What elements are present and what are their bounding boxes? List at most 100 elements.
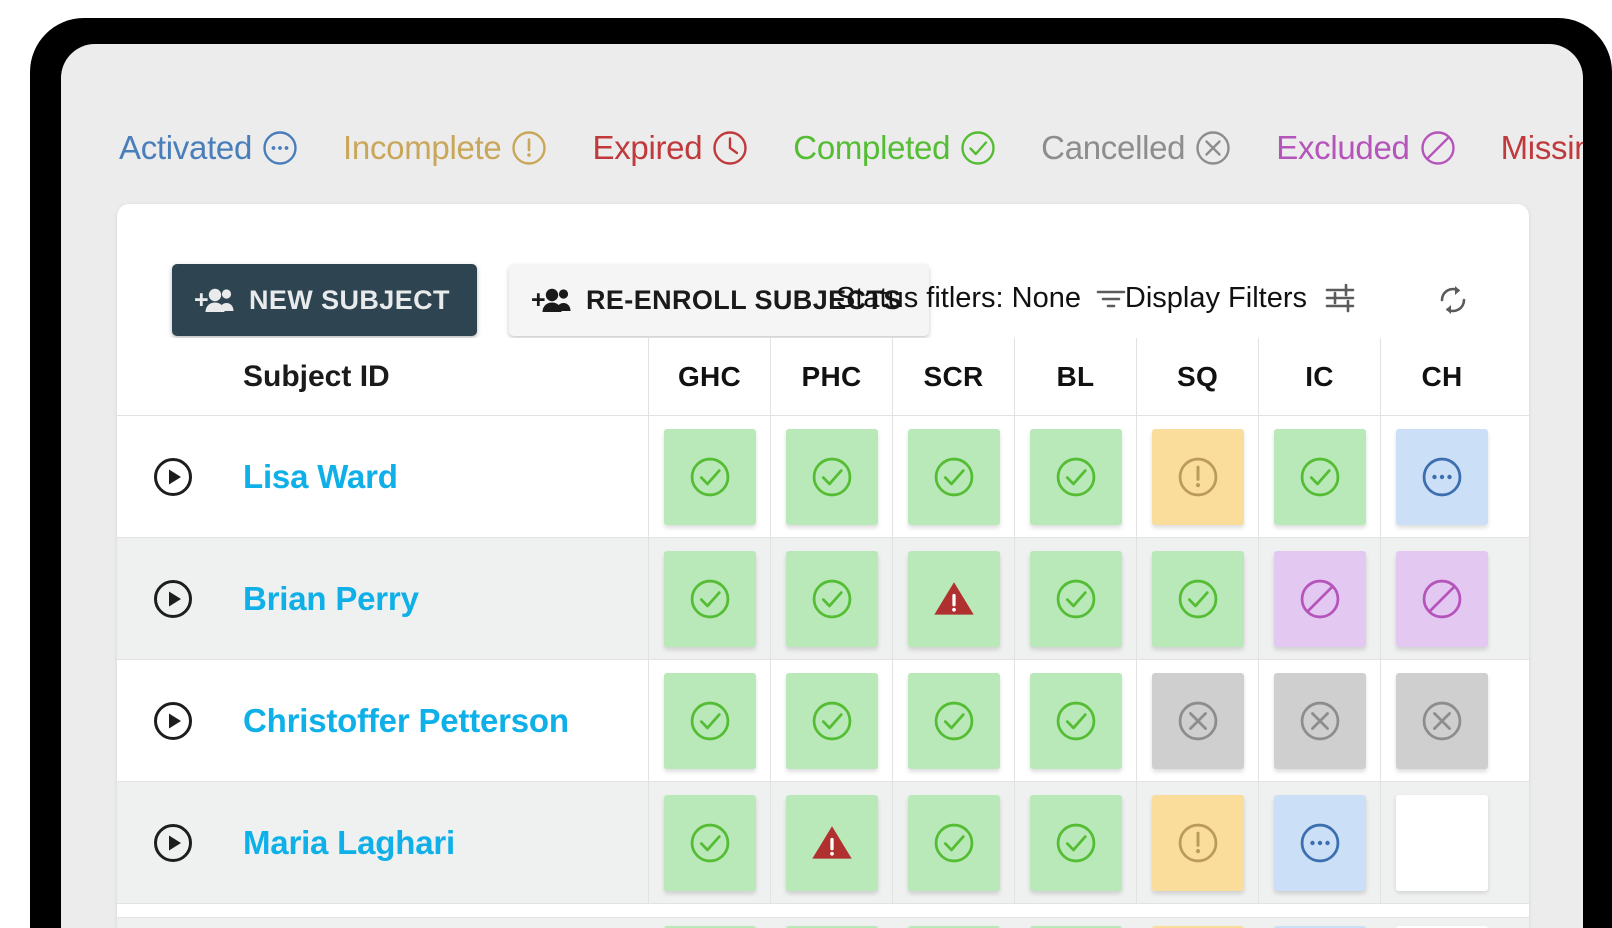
status-cell-ghc[interactable] (649, 660, 771, 781)
status-cell-bl[interactable] (1015, 782, 1137, 903)
status-cell-bl[interactable] (1015, 538, 1137, 659)
table-row[interactable]: Maria Laghari (117, 782, 1529, 904)
status-chip-completed[interactable] (1029, 794, 1122, 891)
column-header-phc[interactable]: PHC (771, 338, 893, 415)
status-cell-scr[interactable] (893, 782, 1015, 903)
display-filters-label[interactable]: Display Filters (1125, 282, 1307, 315)
status-chip-completed[interactable] (785, 428, 878, 525)
status-chip-incomplete[interactable] (1151, 428, 1244, 525)
legend-item-completed[interactable]: Completed (793, 129, 997, 167)
filter-icon[interactable] (1093, 284, 1129, 319)
status-cell-ghc[interactable] (649, 416, 771, 537)
status-chip-cancelled[interactable] (1273, 672, 1366, 769)
status-chip-activated[interactable] (1273, 794, 1366, 891)
status-chip-completed[interactable] (1029, 428, 1122, 525)
status-chip-completed[interactable] (785, 550, 878, 647)
status-chip-empty[interactable] (1396, 794, 1488, 891)
tune-icon[interactable] (1323, 282, 1359, 319)
add-person-icon: + (531, 285, 571, 315)
status-cell-ic[interactable] (1259, 782, 1381, 903)
expand-row-button[interactable] (117, 782, 229, 903)
column-header-ch[interactable]: CH (1381, 338, 1503, 415)
add-person-icon: + (194, 285, 234, 315)
column-header-sq[interactable]: SQ (1137, 338, 1259, 415)
no-entry-icon (1300, 579, 1339, 618)
status-chip-incomplete[interactable] (1151, 794, 1244, 891)
table-row[interactable]: Lisa Ward (117, 416, 1529, 538)
status-chip-completed[interactable] (785, 672, 878, 769)
check-circle-icon (812, 701, 851, 740)
status-chip-completed[interactable] (1151, 550, 1244, 647)
status-chip-completed[interactable] (907, 672, 1000, 769)
status-chip-excluded[interactable] (1273, 550, 1366, 647)
status-chip-completed[interactable] (663, 794, 756, 891)
column-header-scr[interactable]: SCR (893, 338, 1015, 415)
exclamation-circle-icon (1178, 457, 1217, 496)
expand-row-button[interactable] (117, 416, 229, 537)
status-cell-phc[interactable] (771, 660, 893, 781)
play-circle-icon (154, 457, 192, 496)
status-cell-ch[interactable] (1381, 660, 1503, 781)
status-chip-completed[interactable] (663, 428, 756, 525)
status-cell-sq[interactable] (1137, 538, 1259, 659)
status-chip-completed[interactable] (663, 550, 756, 647)
new-subject-button[interactable]: + NEW SUBJECT (172, 264, 477, 336)
subject-name-link[interactable]: Brian Perry (243, 580, 419, 618)
subject-name-link[interactable]: Christoffer Petterson (243, 702, 569, 740)
column-header-ic[interactable]: IC (1259, 338, 1381, 415)
column-header-bl[interactable]: BL (1015, 338, 1137, 415)
status-cell-phc[interactable] (771, 782, 893, 903)
status-cell-ic[interactable] (1259, 416, 1381, 537)
no-entry-icon (1420, 131, 1455, 165)
legend-item-label: Completed (793, 129, 951, 166)
legend-item-missing-data[interactable]: Missing Data (1501, 129, 1583, 167)
status-chip-cancelled[interactable] (1396, 672, 1488, 769)
legend-item-expired[interactable]: Expired (592, 129, 749, 167)
status-cell-ch[interactable] (1381, 782, 1503, 903)
status-chip-activated[interactable] (1396, 428, 1488, 525)
status-cell-ghc[interactable] (649, 538, 771, 659)
play-circle-icon (154, 579, 192, 618)
status-chip-missing[interactable] (907, 550, 1000, 647)
status-cell-ch[interactable] (1381, 416, 1503, 537)
status-cell-phc[interactable] (771, 538, 893, 659)
legend-item-label: Excluded (1276, 129, 1410, 166)
status-chip-completed[interactable] (907, 794, 1000, 891)
expand-row-button[interactable] (117, 660, 229, 781)
status-chip-completed[interactable] (1029, 550, 1122, 647)
status-chip-missing[interactable] (785, 794, 878, 891)
subjects-table: Subject ID GHC PHC SCR BL SQ IC CH Lisa Ward Br… (117, 338, 1529, 904)
status-chip-completed[interactable] (907, 428, 1000, 525)
status-cell-ic[interactable] (1259, 660, 1381, 781)
status-cell-scr[interactable] (893, 660, 1015, 781)
status-cell-ch[interactable] (1381, 538, 1503, 659)
status-cell-sq[interactable] (1137, 660, 1259, 781)
dots-circle-icon (1422, 457, 1462, 496)
status-cell-ghc[interactable] (649, 782, 771, 903)
table-row[interactable]: Brian Perry (117, 538, 1529, 660)
status-chip-completed[interactable] (1029, 672, 1122, 769)
status-cell-bl[interactable] (1015, 416, 1137, 537)
status-chip-excluded[interactable] (1396, 550, 1488, 647)
status-cell-scr[interactable] (893, 538, 1015, 659)
legend-item-excluded[interactable]: Excluded (1276, 129, 1456, 167)
legend-item-activated[interactable]: Activated (119, 129, 299, 167)
status-chip-completed[interactable] (1273, 428, 1366, 525)
legend-item-cancelled[interactable]: Cancelled (1041, 129, 1232, 167)
status-cell-ic[interactable] (1259, 538, 1381, 659)
legend-item-incomplete[interactable]: Incomplete (343, 129, 548, 167)
status-chip-completed[interactable] (663, 672, 756, 769)
status-chip-cancelled[interactable] (1151, 672, 1244, 769)
column-header-ghc[interactable]: GHC (649, 338, 771, 415)
subject-name-link[interactable]: Lisa Ward (243, 458, 398, 496)
status-cell-scr[interactable] (893, 416, 1015, 537)
status-cell-sq[interactable] (1137, 782, 1259, 903)
status-cell-phc[interactable] (771, 416, 893, 537)
subject-name-cell: Christoffer Petterson (229, 660, 649, 781)
table-row[interactable]: Christoffer Petterson (117, 660, 1529, 782)
refresh-icon[interactable] (1435, 282, 1471, 323)
status-cell-bl[interactable] (1015, 660, 1137, 781)
subject-name-link[interactable]: Maria Laghari (243, 824, 455, 862)
status-cell-sq[interactable] (1137, 416, 1259, 537)
expand-row-button[interactable] (117, 538, 229, 659)
